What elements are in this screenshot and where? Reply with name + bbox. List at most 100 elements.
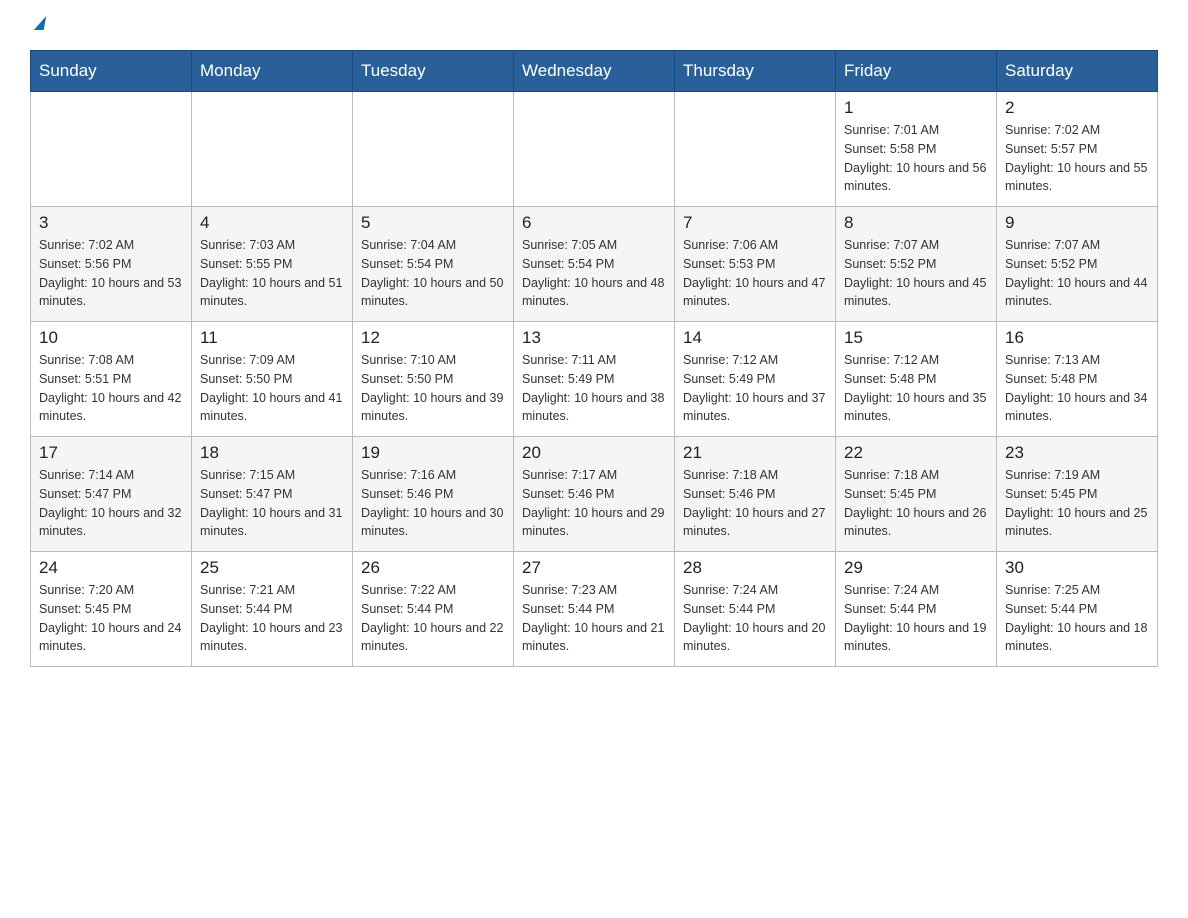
calendar-cell: 5 Sunrise: 7:04 AMSunset: 5:54 PMDaylight…	[353, 207, 514, 322]
day-of-week-header: Wednesday	[514, 51, 675, 92]
calendar-cell: 27 Sunrise: 7:23 AMSunset: 5:44 PMDayligh…	[514, 552, 675, 667]
calendar-cell: 12 Sunrise: 7:10 AMSunset: 5:50 PMDayligh…	[353, 322, 514, 437]
day-number: 26	[361, 558, 505, 578]
day-info: Sunrise: 7:18 AMSunset: 5:46 PMDaylight:…	[683, 466, 827, 541]
day-of-week-header: Thursday	[675, 51, 836, 92]
day-number: 14	[683, 328, 827, 348]
day-number: 18	[200, 443, 344, 463]
calendar-cell: 7 Sunrise: 7:06 AMSunset: 5:53 PMDaylight…	[675, 207, 836, 322]
day-info: Sunrise: 7:17 AMSunset: 5:46 PMDaylight:…	[522, 466, 666, 541]
day-number: 1	[844, 98, 988, 118]
calendar-cell: 28Sunrise: 7:24 AMSunset: 5:44 PMDayligh…	[675, 552, 836, 667]
day-info: Sunrise: 7:20 AMSunset: 5:45 PMDaylight:…	[39, 581, 183, 656]
calendar-cell: 29 Sunrise: 7:24 AMSunset: 5:44 PMDayligh…	[836, 552, 997, 667]
day-info: Sunrise: 7:12 AMSunset: 5:48 PMDaylight:…	[844, 351, 988, 426]
day-info: Sunrise: 7:16 AMSunset: 5:46 PMDaylight:…	[361, 466, 505, 541]
calendar-cell: 20 Sunrise: 7:17 AMSunset: 5:46 PMDayligh…	[514, 437, 675, 552]
day-info: Sunrise: 7:08 AMSunset: 5:51 PMDaylight:…	[39, 351, 183, 426]
day-number: 8	[844, 213, 988, 233]
calendar-cell: 8 Sunrise: 7:07 AMSunset: 5:52 PMDaylight…	[836, 207, 997, 322]
calendar-cell: 17 Sunrise: 7:14 AMSunset: 5:47 PMDayligh…	[31, 437, 192, 552]
calendar-cell: 19 Sunrise: 7:16 AMSunset: 5:46 PMDayligh…	[353, 437, 514, 552]
day-number: 21	[683, 443, 827, 463]
calendar-cell: 30 Sunrise: 7:25 AMSunset: 5:44 PMDayligh…	[997, 552, 1158, 667]
day-number: 13	[522, 328, 666, 348]
calendar-cell: 11 Sunrise: 7:09 AMSunset: 5:50 PMDayligh…	[192, 322, 353, 437]
day-info: Sunrise: 7:11 AMSunset: 5:49 PMDaylight:…	[522, 351, 666, 426]
day-number: 23	[1005, 443, 1149, 463]
day-number: 2	[1005, 98, 1149, 118]
day-info: Sunrise: 7:06 AMSunset: 5:53 PMDaylight:…	[683, 236, 827, 311]
day-info: Sunrise: 7:25 AMSunset: 5:44 PMDaylight:…	[1005, 581, 1149, 656]
calendar-week-row: 10Sunrise: 7:08 AMSunset: 5:51 PMDayligh…	[31, 322, 1158, 437]
day-number: 29	[844, 558, 988, 578]
day-info: Sunrise: 7:04 AMSunset: 5:54 PMDaylight:…	[361, 236, 505, 311]
day-number: 16	[1005, 328, 1149, 348]
day-number: 20	[522, 443, 666, 463]
calendar-table: SundayMondayTuesdayWednesdayThursdayFrid…	[30, 50, 1158, 667]
calendar-cell	[31, 92, 192, 207]
day-info: Sunrise: 7:01 AMSunset: 5:58 PMDaylight:…	[844, 121, 988, 196]
day-info: Sunrise: 7:18 AMSunset: 5:45 PMDaylight:…	[844, 466, 988, 541]
calendar-cell: 21 Sunrise: 7:18 AMSunset: 5:46 PMDayligh…	[675, 437, 836, 552]
calendar-cell: 13 Sunrise: 7:11 AMSunset: 5:49 PMDayligh…	[514, 322, 675, 437]
calendar-cell	[675, 92, 836, 207]
day-of-week-header: Monday	[192, 51, 353, 92]
calendar-cell	[514, 92, 675, 207]
day-info: Sunrise: 7:23 AMSunset: 5:44 PMDaylight:…	[522, 581, 666, 656]
calendar-cell: 4Sunrise: 7:03 AMSunset: 5:55 PMDaylight…	[192, 207, 353, 322]
day-number: 5	[361, 213, 505, 233]
day-number: 9	[1005, 213, 1149, 233]
calendar-cell: 23 Sunrise: 7:19 AMSunset: 5:45 PMDayligh…	[997, 437, 1158, 552]
calendar-header-row: SundayMondayTuesdayWednesdayThursdayFrid…	[31, 51, 1158, 92]
day-info: Sunrise: 7:15 AMSunset: 5:47 PMDaylight:…	[200, 466, 344, 541]
day-number: 12	[361, 328, 505, 348]
calendar-cell: 22 Sunrise: 7:18 AMSunset: 5:45 PMDayligh…	[836, 437, 997, 552]
logo	[30, 20, 45, 30]
calendar-cell	[192, 92, 353, 207]
day-number: 27	[522, 558, 666, 578]
day-info: Sunrise: 7:13 AMSunset: 5:48 PMDaylight:…	[1005, 351, 1149, 426]
day-info: Sunrise: 7:19 AMSunset: 5:45 PMDaylight:…	[1005, 466, 1149, 541]
calendar-cell: 25Sunrise: 7:21 AMSunset: 5:44 PMDayligh…	[192, 552, 353, 667]
day-number: 3	[39, 213, 183, 233]
page-header	[30, 20, 1158, 30]
day-number: 7	[683, 213, 827, 233]
day-info: Sunrise: 7:22 AMSunset: 5:44 PMDaylight:…	[361, 581, 505, 656]
day-number: 24	[39, 558, 183, 578]
day-info: Sunrise: 7:14 AMSunset: 5:47 PMDaylight:…	[39, 466, 183, 541]
calendar-week-row: 3 Sunrise: 7:02 AMSunset: 5:56 PMDaylight…	[31, 207, 1158, 322]
calendar-cell: 26 Sunrise: 7:22 AMSunset: 5:44 PMDayligh…	[353, 552, 514, 667]
day-info: Sunrise: 7:10 AMSunset: 5:50 PMDaylight:…	[361, 351, 505, 426]
day-number: 22	[844, 443, 988, 463]
day-number: 11	[200, 328, 344, 348]
day-info: Sunrise: 7:09 AMSunset: 5:50 PMDaylight:…	[200, 351, 344, 426]
calendar-cell: 15 Sunrise: 7:12 AMSunset: 5:48 PMDayligh…	[836, 322, 997, 437]
day-info: Sunrise: 7:03 AMSunset: 5:55 PMDaylight:…	[200, 236, 344, 311]
day-info: Sunrise: 7:21 AMSunset: 5:44 PMDaylight:…	[200, 581, 344, 656]
calendar-week-row: 24 Sunrise: 7:20 AMSunset: 5:45 PMDayligh…	[31, 552, 1158, 667]
day-number: 15	[844, 328, 988, 348]
calendar-cell: 3 Sunrise: 7:02 AMSunset: 5:56 PMDaylight…	[31, 207, 192, 322]
calendar-cell: 2 Sunrise: 7:02 AMSunset: 5:57 PMDaylight…	[997, 92, 1158, 207]
day-of-week-header: Friday	[836, 51, 997, 92]
calendar-cell: 10Sunrise: 7:08 AMSunset: 5:51 PMDayligh…	[31, 322, 192, 437]
calendar-cell: 1 Sunrise: 7:01 AMSunset: 5:58 PMDaylight…	[836, 92, 997, 207]
day-info: Sunrise: 7:05 AMSunset: 5:54 PMDaylight:…	[522, 236, 666, 311]
calendar-cell: 18 Sunrise: 7:15 AMSunset: 5:47 PMDayligh…	[192, 437, 353, 552]
calendar-cell: 9 Sunrise: 7:07 AMSunset: 5:52 PMDaylight…	[997, 207, 1158, 322]
calendar-cell: 6 Sunrise: 7:05 AMSunset: 5:54 PMDaylight…	[514, 207, 675, 322]
day-info: Sunrise: 7:02 AMSunset: 5:56 PMDaylight:…	[39, 236, 183, 311]
day-info: Sunrise: 7:07 AMSunset: 5:52 PMDaylight:…	[844, 236, 988, 311]
calendar-week-row: 17 Sunrise: 7:14 AMSunset: 5:47 PMDayligh…	[31, 437, 1158, 552]
day-info: Sunrise: 7:12 AMSunset: 5:49 PMDaylight:…	[683, 351, 827, 426]
day-number: 30	[1005, 558, 1149, 578]
day-info: Sunrise: 7:24 AMSunset: 5:44 PMDaylight:…	[844, 581, 988, 656]
day-info: Sunrise: 7:02 AMSunset: 5:57 PMDaylight:…	[1005, 121, 1149, 196]
day-number: 6	[522, 213, 666, 233]
day-info: Sunrise: 7:07 AMSunset: 5:52 PMDaylight:…	[1005, 236, 1149, 311]
calendar-cell: 24 Sunrise: 7:20 AMSunset: 5:45 PMDayligh…	[31, 552, 192, 667]
day-number: 19	[361, 443, 505, 463]
calendar-cell: 16 Sunrise: 7:13 AMSunset: 5:48 PMDayligh…	[997, 322, 1158, 437]
day-number: 17	[39, 443, 183, 463]
